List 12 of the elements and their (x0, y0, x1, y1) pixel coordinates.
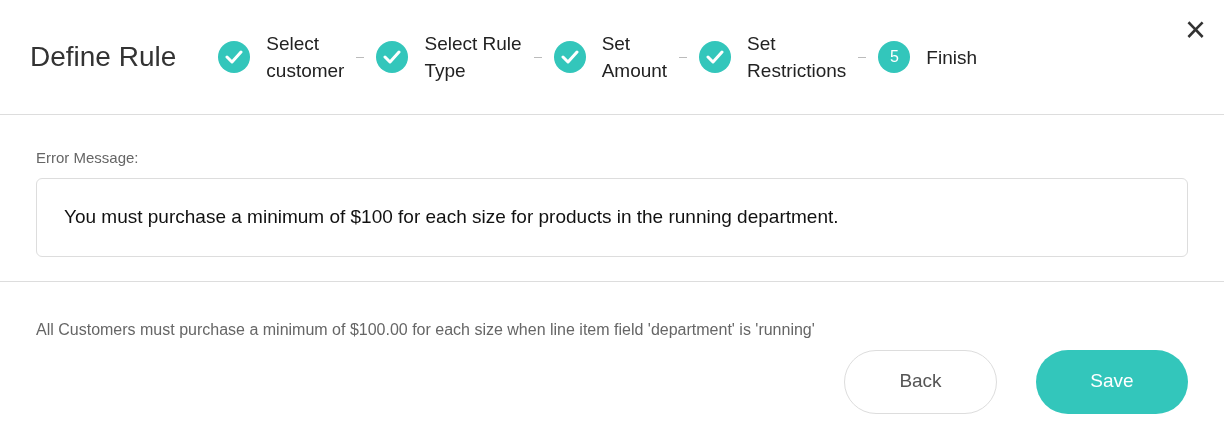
step-label: Finish (926, 45, 978, 70)
step-label: Select customer (266, 32, 345, 83)
step-label: Set Restrictions (747, 32, 847, 83)
step-label: Set Amount (601, 32, 668, 83)
dialog-title: Define Rule (30, 40, 177, 74)
back-button[interactable]: Back (844, 349, 997, 414)
field-label: Error Message: (36, 148, 140, 168)
close-button[interactable]: × (1184, 12, 1206, 48)
error-message-field[interactable]: You must purchase a minimum of $100 for each size for products in the running department. (36, 177, 1188, 257)
step-label: Select Rule Type (424, 32, 522, 83)
rule-summary: All Customers must purchase a minimum of $100.00 for each size when line item field 'department' is 'running' (36, 319, 816, 340)
step-number: 5 (878, 41, 911, 73)
